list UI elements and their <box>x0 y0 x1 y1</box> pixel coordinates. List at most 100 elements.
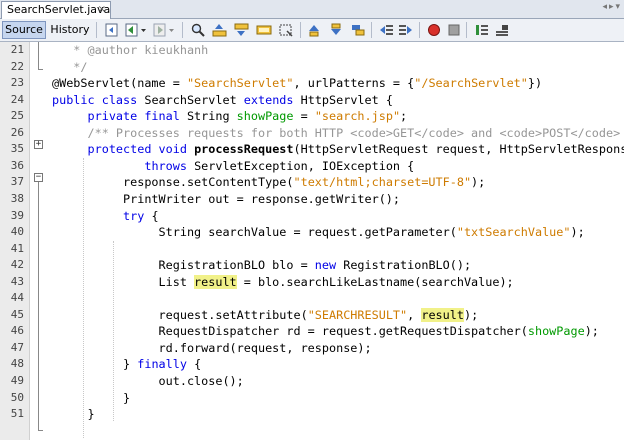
file-tab[interactable]: SearchServlet.java × <box>1 1 111 19</box>
code-token: @WebServlet(name = <box>52 76 187 91</box>
code-token: result <box>194 274 237 289</box>
code-token: ); <box>471 175 486 190</box>
code-line[interactable]: out.close(); <box>52 373 244 390</box>
code-area[interactable]: * @author kieukhanh */@WebServlet(name =… <box>52 42 624 440</box>
toolbar-separator <box>96 22 97 38</box>
line-number: 50 <box>10 390 24 404</box>
code-line[interactable]: List result = blo.searchLikeLastname(sea… <box>52 274 514 291</box>
code-editor[interactable]: 21 22 23 24 25 26 35 36 37 38 39 40 41 42 43 44 45 46 47 48… <box>0 42 624 440</box>
code-line[interactable]: * @author kieukhanh <box>52 42 208 59</box>
code-token: PrintWriter out = response.getWriter(); <box>52 191 401 206</box>
code-token: * @author kieukhanh <box>52 43 209 57</box>
source-view-button[interactable]: Source <box>2 21 46 39</box>
line-number: 49 <box>10 374 24 387</box>
fold-expand-icon[interactable]: + <box>34 140 43 149</box>
back-icon[interactable] <box>124 22 140 38</box>
code-token: ); <box>570 225 585 240</box>
code-token: ); <box>463 307 479 322</box>
uncomment-icon[interactable] <box>494 22 510 38</box>
code-token: ServletException, IOException { <box>194 158 415 173</box>
fold-line <box>38 182 39 430</box>
line-number: 42 <box>10 258 24 272</box>
code-token: = <box>293 109 315 124</box>
code-token: request.setAttribute( <box>52 307 308 322</box>
code-line[interactable]: } <box>52 406 95 423</box>
line-number: 43 <box>10 274 24 288</box>
code-token: { <box>151 208 159 223</box>
tab-navigation-icon[interactable]: ◂▸▾ <box>602 2 622 12</box>
line-number: 41 <box>10 241 24 255</box>
code-token: new <box>314 258 344 273</box>
line-number: 21 <box>10 43 24 56</box>
code-token: , <box>407 307 422 322</box>
code-token: protected void <box>87 142 195 157</box>
code-line[interactable]: response.setContentType("text/html;chars… <box>52 174 485 191</box>
line-number: 45 <box>10 307 24 321</box>
code-line[interactable]: public class SearchServlet extends HttpS… <box>52 92 393 109</box>
code-line[interactable]: PrintWriter out = response.getWriter(); <box>52 191 400 208</box>
last-edit-icon[interactable] <box>104 22 120 38</box>
code-line[interactable]: } <box>52 390 130 407</box>
code-line[interactable]: String searchValue = request.getParamete… <box>52 224 585 241</box>
code-line[interactable]: private final String showPage = "search.… <box>52 108 408 125</box>
code-token: "SEARCHRESULT" <box>307 307 408 322</box>
toolbar-separator <box>466 22 467 38</box>
code-line[interactable]: protected void processRequest(HttpServle… <box>52 141 624 158</box>
code-line[interactable]: throws ServletException, IOException { <box>52 158 414 175</box>
stop-macro-icon[interactable] <box>446 22 462 38</box>
code-token: String <box>186 109 237 124</box>
code-line[interactable]: /** Processes requests for both HTTP <co… <box>52 125 621 142</box>
code-line[interactable]: rd.forward(request, response); <box>52 340 372 357</box>
toolbar-separator <box>371 22 372 38</box>
find-next-icon[interactable] <box>234 22 250 38</box>
fold-end-marker <box>38 69 43 70</box>
code-line[interactable]: request.setAttribute("SEARCHRESULT", res… <box>52 307 478 324</box>
code-line[interactable]: RegistrationBLO blo = new RegistrationBL… <box>52 257 472 274</box>
code-line[interactable]: @WebServlet(name = "SearchServlet", urlP… <box>52 75 542 92</box>
code-token: "text/html;charset=UTF-8" <box>293 175 472 190</box>
toggle-highlight-icon[interactable] <box>278 22 294 38</box>
start-macro-icon[interactable] <box>426 22 442 38</box>
code-line[interactable]: try { <box>52 208 159 225</box>
tab-close-icon[interactable]: × <box>98 2 106 18</box>
code-token: ; <box>400 109 408 124</box>
code-token: public class <box>52 92 145 107</box>
code-token: response.setContentType( <box>52 175 294 190</box>
editor-toolbar: Source History <box>0 19 624 42</box>
line-number: 48 <box>10 357 24 371</box>
toolbar-separator <box>419 22 420 38</box>
shift-right-icon[interactable] <box>398 22 414 38</box>
history-view-button[interactable]: History <box>48 21 92 39</box>
toggle-bookmark-icon[interactable] <box>350 22 366 38</box>
line-number: 39 <box>10 208 24 222</box>
line-number: 35 <box>10 142 24 156</box>
forward-icon[interactable] <box>152 22 168 38</box>
next-bookmark-icon[interactable] <box>328 22 344 38</box>
line-number: 44 <box>10 291 24 305</box>
code-token: "SearchServlet" <box>186 76 294 91</box>
forward-dropdown-icon[interactable] <box>168 22 176 38</box>
code-token: ); <box>584 324 599 339</box>
previous-bookmark-icon[interactable] <box>306 22 322 38</box>
fold-line <box>38 42 39 69</box>
code-line[interactable]: RequestDispatcher rd = request.getReques… <box>52 323 599 340</box>
fold-end-marker <box>38 430 43 431</box>
fold-collapse-icon[interactable]: − <box>34 173 43 182</box>
fold-column: + − <box>30 42 52 440</box>
code-token: HttpServlet { <box>300 92 393 107</box>
code-token: = blo.searchLikeLastname(searchValue); <box>236 274 514 289</box>
find-icon[interactable] <box>190 22 206 38</box>
find-previous-icon[interactable] <box>212 22 228 38</box>
code-token: /** Processes requests for both HTTP <co… <box>87 125 621 140</box>
line-number: 40 <box>10 225 24 239</box>
comment-icon[interactable] <box>474 22 490 38</box>
code-line[interactable]: */ <box>52 59 88 76</box>
code-line[interactable]: } finally { <box>52 356 201 373</box>
shift-left-icon[interactable] <box>378 22 394 38</box>
code-token: finally <box>137 357 195 372</box>
code-token: private final <box>87 109 187 124</box>
back-dropdown-icon[interactable] <box>140 22 148 38</box>
code-token: "/SearchServlet" <box>414 76 528 91</box>
find-selection-icon[interactable] <box>256 22 272 38</box>
code-token: */ <box>52 59 88 74</box>
